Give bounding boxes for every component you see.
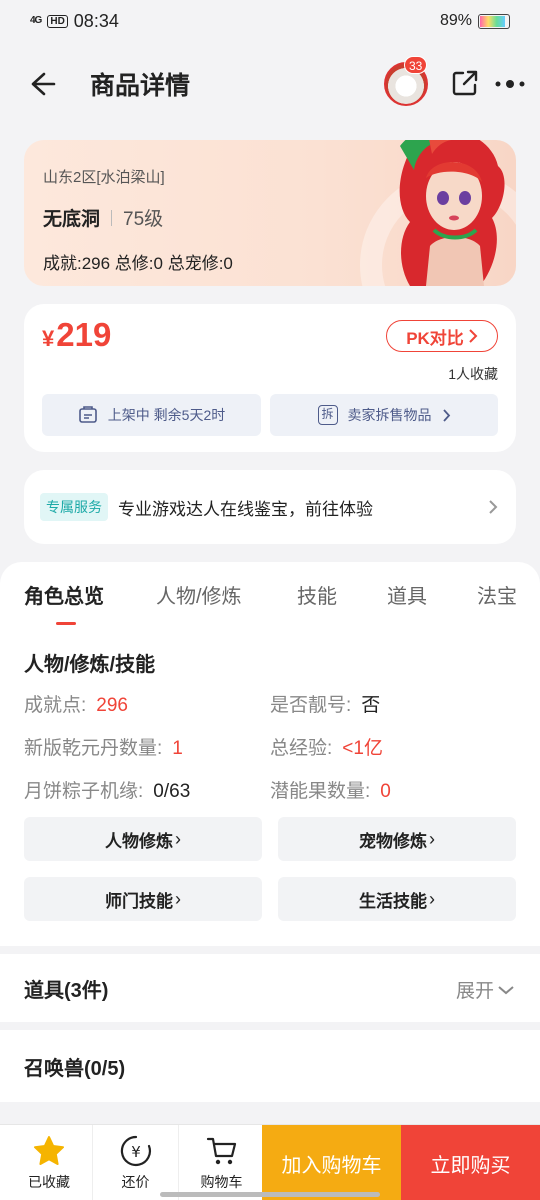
character-portrait: [399, 140, 505, 286]
pk-compare-label: PK对比: [406, 328, 464, 348]
tab-skills[interactable]: 技能: [297, 580, 337, 609]
chevron-right-icon: [469, 329, 478, 343]
stat-potential-fruit: 潜能果数量: 0: [270, 776, 391, 803]
hd-badge: HD: [47, 14, 68, 28]
price: ¥ 219: [42, 316, 111, 354]
share-icon[interactable]: [450, 68, 480, 98]
chevron-right-icon: ›: [429, 888, 435, 909]
bargain-button[interactable]: ¥ 还价: [92, 1125, 178, 1200]
battery-percent: 89%: [439, 12, 472, 29]
bottom-action-bar: 已收藏 ¥ 还价 购物车 加入购物车 立即购买: [0, 1124, 540, 1200]
chevron-right-icon: [442, 408, 450, 422]
cart-button[interactable]: 购物车: [178, 1125, 264, 1200]
button-label: 宠物修炼: [359, 831, 427, 851]
items-title: 道具(3件): [24, 980, 109, 1002]
life-skills-button[interactable]: 生活技能 ›: [278, 877, 516, 921]
role-name-row: 无底洞 75级: [43, 204, 163, 231]
split-icon: 拆: [317, 405, 338, 425]
stat-value: <1亿: [342, 738, 383, 759]
role-summary-card: 山东2区[水泊梁山] 无底洞 75级 成就:296 总修:0 总宠修:0: [24, 140, 516, 286]
star-icon: [34, 1136, 64, 1165]
listing-status-text: 上架中 剩余5天2时: [107, 407, 226, 423]
tab-role-overview[interactable]: 角色总览: [24, 580, 104, 609]
stat-value: 否: [361, 695, 381, 716]
expand-button[interactable]: 展开: [456, 976, 514, 1003]
service-tag: 专属服务: [40, 493, 108, 521]
price-value: 219: [56, 316, 112, 353]
status-bar: 4G HD 08:34 89%: [0, 0, 540, 42]
stat-value: 296: [96, 695, 128, 716]
stat-value: 0: [380, 781, 391, 802]
stat-achievement: 成就点: 296: [24, 690, 128, 717]
stat-value: 0/63: [153, 781, 191, 802]
buy-now-button[interactable]: 立即购买: [401, 1125, 540, 1200]
split-sale-button[interactable]: 拆 卖家拆售物品: [270, 394, 498, 436]
tab-character-cultivation[interactable]: 人物/修炼: [156, 580, 242, 609]
favorite-label: 已收藏: [28, 1174, 70, 1190]
tab-bar: 角色总览 人物/修炼 技能 道具 法宝: [0, 580, 540, 620]
add-to-cart-button[interactable]: 加入购物车: [262, 1125, 401, 1200]
network-indicator: 4G: [30, 15, 42, 26]
pets-section: 召唤兽(0/5): [0, 1030, 540, 1102]
divider: [111, 209, 113, 226]
svg-text:¥: ¥: [131, 1143, 141, 1161]
stat-label: 是否靓号:: [270, 695, 352, 716]
button-label: 师门技能: [105, 891, 173, 911]
currency-symbol: ¥: [42, 326, 55, 351]
chevron-right-icon: ›: [175, 888, 181, 909]
service-text: 专业游戏达人在线鉴宝，前往体验: [118, 499, 373, 519]
pet-cultivation-button[interactable]: 宠物修炼 ›: [278, 817, 516, 861]
bargain-label: 还价: [121, 1174, 150, 1190]
bargain-yen-icon: ¥: [120, 1135, 151, 1167]
expand-label: 展开: [455, 981, 494, 1002]
home-indicator[interactable]: [160, 1192, 380, 1197]
stat-label: 总经验:: [270, 738, 333, 759]
character-cultivation-button[interactable]: 人物修炼 ›: [24, 817, 262, 861]
button-label: 生活技能: [359, 891, 427, 911]
stat-label: 新版乾元丹数量:: [24, 738, 163, 759]
button-label: 人物修炼: [105, 831, 173, 851]
stat-total-exp: 总经验: <1亿: [270, 733, 383, 760]
tab-items[interactable]: 道具: [387, 580, 427, 609]
stat-label: 月饼粽子机缘:: [24, 781, 144, 802]
price-card: ¥ 219 PK对比 1人收藏 上架中 剩余5天2时 拆 卖家拆售物品: [24, 304, 516, 452]
more-icon[interactable]: [494, 74, 526, 94]
listing-status-chip: 上架中 剩余5天2时: [42, 394, 261, 436]
favorite-count: 1人收藏: [448, 366, 498, 382]
server-name: 山东2区[水泊梁山]: [43, 169, 165, 186]
stat-premium-id: 是否靓号: 否: [270, 690, 380, 717]
stat-mooncake: 月饼粽子机缘: 0/63: [24, 776, 190, 803]
favorite-button[interactable]: 已收藏: [6, 1125, 92, 1200]
stat-label: 成就点:: [24, 695, 87, 716]
page-title: 商品详情: [90, 72, 191, 100]
role-stats: 成就:296 总修:0 总宠修:0: [43, 254, 233, 273]
pk-compare-button[interactable]: PK对比: [386, 320, 498, 352]
items-section: 道具(3件) 展开: [0, 954, 540, 1022]
stat-qianyuan: 新版乾元丹数量: 1: [24, 733, 183, 760]
stat-value: 1: [172, 738, 183, 759]
cart-label: 购物车: [200, 1174, 243, 1190]
chevron-down-icon: [498, 985, 514, 994]
role-level: 75级: [123, 209, 164, 230]
section-title: 人物/修炼/技能: [24, 654, 156, 676]
school-skills-button[interactable]: 师门技能 ›: [24, 877, 262, 921]
back-arrow-icon[interactable]: [26, 68, 58, 100]
nav-bar: 商品详情 33: [0, 52, 540, 118]
pets-title: 召唤兽(0/5): [24, 1058, 126, 1080]
active-tab-indicator: [56, 622, 76, 625]
chevron-right-icon: ›: [175, 828, 181, 849]
chevron-right-icon: ›: [429, 828, 435, 849]
chevron-right-icon: [489, 500, 498, 514]
appraisal-service-card[interactable]: 专属服务 专业游戏达人在线鉴宝，前往体验: [24, 470, 516, 544]
tab-treasures[interactable]: 法宝: [477, 580, 517, 609]
battery-icon: [478, 13, 510, 29]
clock: 08:34: [73, 10, 119, 31]
notification-badge: 33: [404, 56, 428, 74]
cart-icon: [206, 1137, 236, 1165]
detail-panel: 角色总览 人物/修炼 技能 道具 法宝 人物/修炼/技能 成就点: 296 是否靓…: [0, 562, 540, 946]
stat-label: 潜能果数量:: [270, 781, 371, 802]
role-name: 无底洞: [43, 209, 101, 230]
shelf-icon: [78, 406, 97, 423]
split-sale-label: 卖家拆售物品: [347, 407, 432, 423]
